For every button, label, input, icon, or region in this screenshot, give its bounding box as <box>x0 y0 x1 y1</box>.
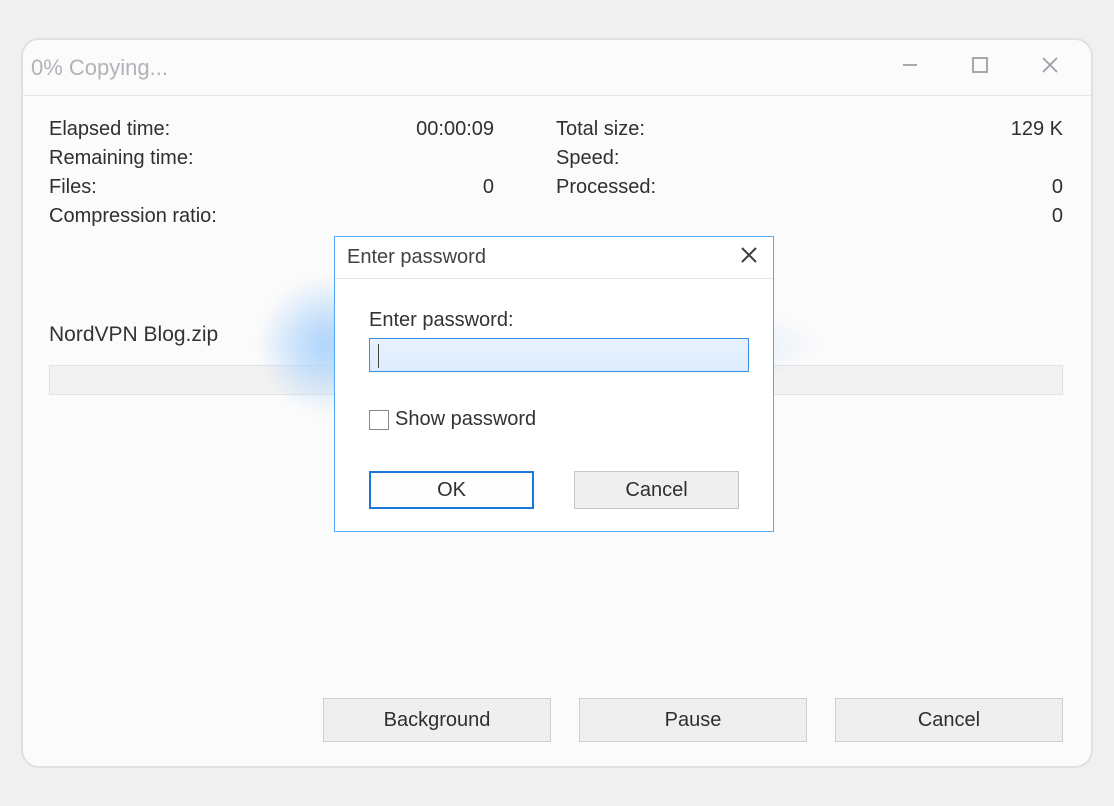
dialog-cancel-button[interactable]: Cancel <box>574 471 739 509</box>
maximize-button[interactable] <box>945 46 1015 90</box>
ratio-value <box>494 205 556 228</box>
stats-grid: Elapsed time: 00:00:09 Total size: 129 K R… <box>49 118 1063 228</box>
total-value: 129 K <box>1011 118 1063 141</box>
background-button[interactable]: Background <box>323 698 551 742</box>
minimize-button[interactable] <box>875 46 945 90</box>
titlebar[interactable]: 0% Copying... <box>23 40 1091 96</box>
ratio-label: Compression ratio: <box>49 205 239 228</box>
minimize-icon <box>901 56 919 79</box>
remaining-value <box>494 147 556 170</box>
show-password-checkbox[interactable] <box>369 410 389 430</box>
remaining-label: Remaining time: <box>49 147 239 170</box>
close-icon <box>740 246 758 269</box>
password-input[interactable] <box>369 338 749 372</box>
dialog-titlebar[interactable]: Enter password <box>335 237 773 279</box>
compressed-value: 0 <box>1052 205 1063 228</box>
maximize-icon <box>971 56 989 79</box>
close-button[interactable] <box>1015 46 1085 90</box>
files-label: Files: <box>49 176 239 199</box>
dialog-title: Enter password <box>347 246 486 269</box>
ok-button[interactable]: OK <box>369 471 534 509</box>
elapsed-label: Elapsed time: <box>49 118 239 141</box>
cancel-button[interactable]: Cancel <box>835 698 1063 742</box>
speed-label: Speed: <box>556 147 746 170</box>
password-field-label: Enter password: <box>369 309 739 332</box>
files-value: 0 <box>483 176 556 199</box>
compressed-label <box>556 205 746 228</box>
text-caret <box>378 344 379 368</box>
dialog-close-button[interactable] <box>725 237 773 279</box>
pause-button[interactable]: Pause <box>579 698 807 742</box>
close-icon <box>1041 56 1059 79</box>
password-dialog: Enter password Enter password: Show pass… <box>334 236 774 532</box>
processed-value: 0 <box>1052 176 1063 199</box>
window-title: 0% Copying... <box>29 55 168 81</box>
elapsed-value: 00:00:09 <box>416 118 556 141</box>
total-label: Total size: <box>556 118 746 141</box>
processed-label: Processed: <box>556 176 746 199</box>
show-password-label: Show password <box>395 408 536 431</box>
